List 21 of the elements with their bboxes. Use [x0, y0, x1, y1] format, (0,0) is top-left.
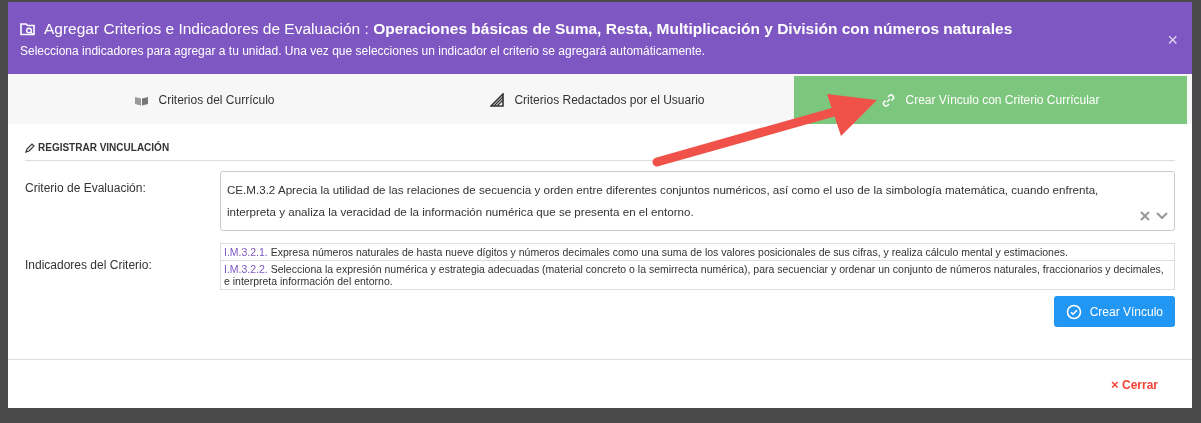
- field-label: Criterio de Evaluación:: [25, 180, 147, 197]
- close-dialog-button[interactable]: × Cerrar: [1105, 375, 1164, 393]
- field-label: Indicadores del Criterio:: [25, 257, 153, 272]
- clear-icon[interactable]: [1140, 211, 1150, 221]
- indicator-item[interactable]: I.M.3.2.1. Expresa números naturales de hasta nueve dígitos y números decimales como una suma de los valores posicionales de sus cifras, y realiza cálculo mental y estimaciones.: [221, 244, 1174, 261]
- chevron-down-icon[interactable]: [1156, 212, 1168, 220]
- book-icon: [134, 94, 150, 106]
- tab[interactable]: Criterios Redactados por el Usuario: [401, 76, 794, 124]
- folder-search-icon: [20, 22, 36, 36]
- dialog-subtitle: Selecciona indicadores para agregar a tu unidad. Una vez que selecciones un indicador el criterio se agregará automáticamente.: [20, 44, 707, 58]
- tab[interactable]: Criterios del Currículo: [8, 76, 401, 124]
- pencil-ruler-icon: [490, 93, 506, 107]
- pencil-icon: [25, 142, 35, 153]
- close-button[interactable]: ×: [1167, 30, 1178, 51]
- section-title: REGISTRAR VINCULACIÓN: [38, 142, 170, 153]
- indicator-item[interactable]: I.M.3.2.2. Selecciona la expresión numérica y estrategia adecuadas (material concreto o la semirrecta numérica), para secuenciar y ordenar un conjunto de números naturales, fraccionarios y decimales, e interpreta información del entorno.: [221, 261, 1174, 289]
- check-circle-icon: [1065, 303, 1082, 320]
- criterion-select[interactable]: [220, 171, 1175, 231]
- dialog-title: Agregar Criterios e Indicadores de Evaluación : Operaciones básicas de Suma, Resta, Multiplicación y División con números naturales: [44, 20, 1013, 38]
- link-icon: [881, 92, 897, 108]
- selected-criterion: CE.M.3.2 Aprecia la utilidad de las relaciones de secuencia y orden entre diferentes conjuntos numéricos, así como el uso de la simbología matemática, cuando enfrenta, interpreta y analiza la veracidad de la información numérica que se presenta en el entorno.: [227, 182, 1100, 220]
